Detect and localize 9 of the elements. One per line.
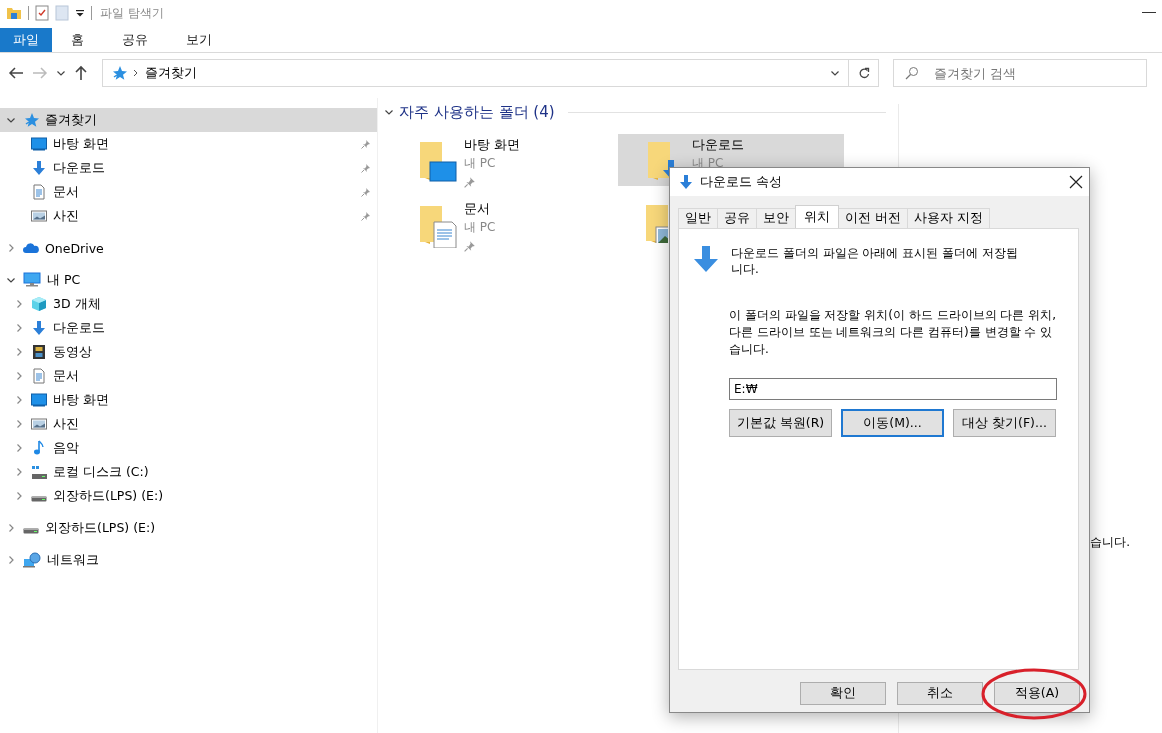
folder-location: 내 PC [464,219,496,236]
folder-name: 바탕 화면 [464,137,520,154]
folder-name: 문서 [464,201,490,218]
folder-location: 내 PC [464,155,496,172]
location-description: 다운로드 폴더의 파일은 아래에 표시된 폴더에 저장됩니다. [731,245,1019,277]
details-message: 습니다. [1090,534,1130,551]
folder-name: 다운로드 [692,137,744,154]
window-title: 파일 탐색기 [100,4,164,22]
location-info: 이 폴더의 파일을 저장할 위치(이 하드 드라이브의 다른 위치, 다른 드라이브 또는 네트워크의 다른 컴퓨터)를 변경할 수 있습니다. [729,307,1057,358]
